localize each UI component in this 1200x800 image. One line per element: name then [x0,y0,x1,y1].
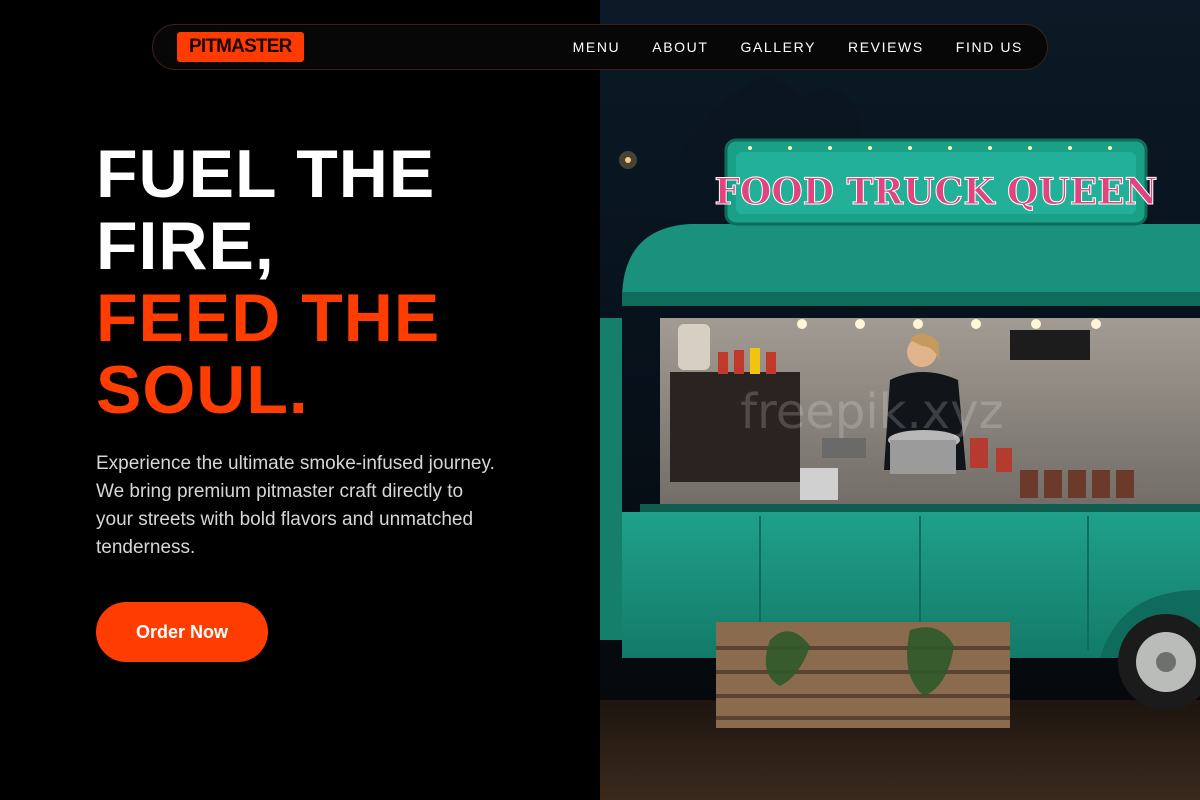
headline-line-1: FUEL THE [96,136,436,212]
hero-headline: FUEL THE FIRE, FEED THE SOUL. [96,138,440,426]
watermark-text: freepik.xyz [740,384,1004,440]
nav-link-find-us[interactable]: FIND US [956,39,1023,55]
nav-link-gallery[interactable]: GALLERY [740,39,816,55]
nav-link-reviews[interactable]: REVIEWS [848,39,924,55]
headline-line-4: SOUL. [96,352,309,428]
hero-description: Experience the ultimate smoke-infused jo… [96,453,495,558]
nav-link-menu[interactable]: MENU [573,39,621,55]
nav-link-about[interactable]: ABOUT [652,39,708,55]
hero-image: FOOD TRUCK QUEEN freepik.xyz [600,0,1200,800]
svg-text:FOOD TRUCK QUEEN: FOOD TRUCK QUEEN [714,171,1157,213]
brand-logo[interactable]: PITMASTER [177,32,304,62]
hero-left-panel: FUEL THE FIRE, FEED THE SOUL. Experience… [0,0,600,800]
headline-line-3: FEED THE [96,280,441,356]
food-truck-photo: FOOD TRUCK QUEEN freepik.xyz [600,0,1200,800]
order-now-button[interactable]: Order Now [96,602,268,662]
headline-line-2: FIRE, [96,208,275,284]
navbar: PITMASTER MENU ABOUT GALLERY REVIEWS FIN… [152,24,1048,70]
nav-links: MENU ABOUT GALLERY REVIEWS FIND US [573,39,1023,55]
